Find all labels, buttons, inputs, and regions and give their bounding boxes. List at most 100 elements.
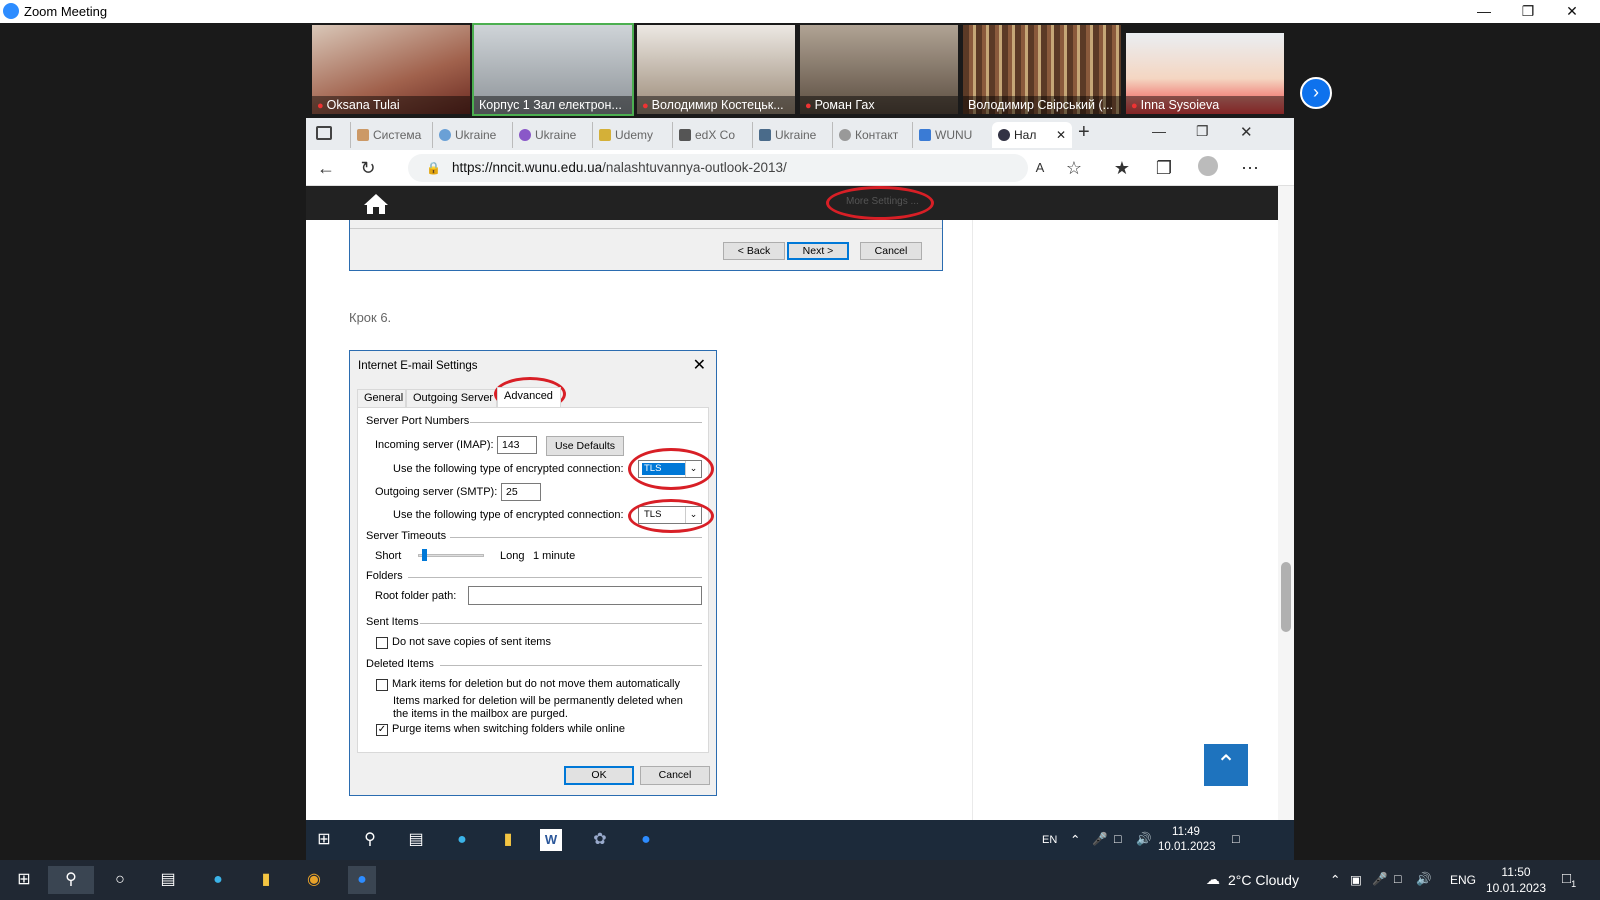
task-view-icon[interactable]: ▤ bbox=[154, 866, 182, 894]
file-explorer-icon[interactable]: ▮ bbox=[252, 866, 280, 894]
participant-tile[interactable]: ● Inna Sysoieva bbox=[1126, 25, 1284, 114]
volume-icon[interactable]: 🔊 bbox=[1416, 872, 1432, 887]
start-icon[interactable]: ⊞ bbox=[10, 866, 38, 894]
tray-chevron-icon[interactable]: ⌃ bbox=[1330, 872, 1340, 887]
search-icon[interactable]: ⚲ bbox=[48, 866, 94, 894]
browser-tab[interactable]: Система bbox=[350, 122, 430, 148]
tab-outgoing-server[interactable]: Outgoing Server bbox=[406, 389, 497, 407]
notifications-icon[interactable]: □1 bbox=[1562, 870, 1576, 889]
volume-icon[interactable]: 🔊 bbox=[1136, 832, 1152, 847]
input-language[interactable]: ENG bbox=[1450, 873, 1476, 887]
back-button[interactable]: < Back bbox=[723, 242, 785, 260]
network-icon[interactable]: □ bbox=[1394, 872, 1402, 886]
microphone-icon[interactable]: 🎤 bbox=[1092, 832, 1108, 847]
section-server-port-numbers: Server Port Numbers bbox=[366, 415, 470, 427]
microphone-icon[interactable]: 🎤 bbox=[1372, 872, 1388, 887]
windows-taskbar: ⊞ ⚲ ○ ▤ ● ▮ ◉ ● ☁ 2°C Cloudy ⌃ ▣ 🎤 □ 🔊 E… bbox=[0, 860, 1600, 900]
cancel-button[interactable]: Cancel bbox=[860, 242, 922, 260]
browser-tab-active[interactable]: Нал ✕ bbox=[992, 122, 1072, 148]
browser-tab[interactable]: Ukraine bbox=[752, 122, 830, 148]
mark-items-checkbox[interactable] bbox=[376, 679, 388, 691]
cortana-icon[interactable]: ○ bbox=[106, 866, 134, 894]
site-nav-bar: More Settings ... bbox=[306, 186, 1278, 220]
favicon-icon bbox=[998, 129, 1010, 141]
browser-tab[interactable]: Udemy bbox=[592, 122, 670, 148]
tray-chevron-icon[interactable]: ⌃ bbox=[1070, 832, 1080, 847]
outgoing-port-input[interactable]: 25 bbox=[501, 483, 541, 501]
close-tab-icon[interactable]: ✕ bbox=[1056, 122, 1066, 148]
browser-minimize-button[interactable]: — bbox=[1152, 123, 1166, 139]
new-tab-button[interactable]: + bbox=[1078, 121, 1090, 144]
profile-avatar[interactable] bbox=[1196, 156, 1220, 180]
inner-clock[interactable]: 11:49 10.01.2023 bbox=[1158, 825, 1216, 855]
section-server-timeouts: Server Timeouts bbox=[366, 530, 447, 542]
refresh-button[interactable]: ↻ bbox=[356, 156, 380, 180]
cloudy-icon[interactable]: ☁ bbox=[1206, 871, 1220, 888]
browser-tab[interactable]: edX Co bbox=[672, 122, 750, 148]
scrollbar-thumb[interactable] bbox=[1281, 562, 1291, 632]
browser-close-button[interactable]: ✕ bbox=[1240, 123, 1253, 141]
purge-items-checkbox[interactable]: ✓ bbox=[376, 724, 388, 736]
clock[interactable]: 11:50 10.01.2023 bbox=[1480, 864, 1552, 896]
more-options-icon[interactable]: ⋯ bbox=[1238, 156, 1262, 180]
paint-icon[interactable]: ✿ bbox=[586, 826, 614, 854]
tab-strip: Система Ukraine Ukraine Udemy edX Co Ukr… bbox=[306, 118, 1294, 150]
weather-text[interactable]: 2°C Cloudy bbox=[1228, 872, 1299, 888]
participant-tile[interactable]: ● Володимир Костецьк... bbox=[637, 25, 795, 114]
task-view-icon[interactable]: ▤ bbox=[402, 826, 430, 854]
camera-icon[interactable]: ▣ bbox=[1350, 872, 1362, 887]
input-language[interactable]: EN bbox=[1042, 834, 1057, 846]
timeout-value: 1 minute bbox=[533, 550, 576, 562]
close-button[interactable]: ✕ bbox=[1550, 0, 1594, 23]
collections-icon[interactable]: ❐ bbox=[1152, 156, 1176, 180]
notifications-icon[interactable]: □ bbox=[1232, 832, 1240, 846]
use-defaults-button[interactable]: Use Defaults bbox=[546, 436, 624, 456]
tab-advanced[interactable]: Advanced bbox=[497, 387, 561, 407]
incoming-port-input[interactable]: 143 bbox=[497, 436, 537, 454]
add-favorite-icon[interactable]: ☆ bbox=[1062, 156, 1086, 180]
section-sent-items: Sent Items bbox=[366, 616, 419, 628]
participant-tile-active-speaker[interactable]: Корпус 1 Зал електрон... bbox=[472, 23, 634, 116]
chrome-icon[interactable]: ◉ bbox=[300, 866, 328, 894]
dialog-cancel-button[interactable]: Cancel bbox=[640, 766, 710, 785]
timeout-slider-thumb[interactable] bbox=[422, 549, 427, 561]
participant-tile[interactable]: Володимир Свірський (... bbox=[963, 25, 1121, 114]
start-icon[interactable]: ⊞ bbox=[310, 826, 338, 854]
search-icon[interactable]: ⚲ bbox=[356, 826, 384, 854]
favorites-icon[interactable]: ★ bbox=[1110, 156, 1134, 180]
browser-tab[interactable]: Ukraine bbox=[512, 122, 590, 148]
browser-restore-button[interactable]: ❐ bbox=[1196, 123, 1209, 140]
edge-icon[interactable]: ● bbox=[204, 866, 232, 894]
url-field[interactable]: 🔒 https://nncit.wunu.edu.ua/nalashtuvann… bbox=[408, 154, 1028, 182]
edge-icon[interactable]: ● bbox=[448, 826, 476, 854]
do-not-save-label: Do not save copies of sent items bbox=[392, 636, 551, 648]
zoom-taskbar-icon[interactable]: ● bbox=[632, 826, 660, 854]
read-aloud-button[interactable]: A bbox=[1028, 156, 1052, 180]
scroll-to-top-button[interactable]: ⌃ bbox=[1204, 744, 1248, 786]
browser-tab[interactable]: Ukraine bbox=[432, 122, 510, 148]
root-folder-input[interactable] bbox=[468, 586, 702, 605]
participant-tile[interactable]: ● Роман Гах bbox=[800, 25, 958, 114]
minimize-button[interactable]: — bbox=[1462, 0, 1506, 23]
network-icon[interactable]: □ bbox=[1114, 832, 1122, 846]
tab-general[interactable]: General bbox=[357, 389, 406, 407]
browser-tab[interactable]: Контакт bbox=[832, 122, 910, 148]
participant-name: Oksana Tulai bbox=[326, 98, 400, 112]
browser-tab[interactable]: WUNU bbox=[912, 122, 990, 148]
next-button[interactable]: Next > bbox=[787, 242, 849, 260]
ok-button[interactable]: OK bbox=[564, 766, 634, 785]
page-scrollbar[interactable] bbox=[1278, 186, 1294, 820]
participant-tile[interactable]: ● Oksana Tulai bbox=[312, 25, 470, 114]
close-icon[interactable]: ✕ bbox=[693, 355, 706, 375]
file-explorer-icon[interactable]: ▮ bbox=[494, 826, 522, 854]
do-not-save-checkbox[interactable] bbox=[376, 637, 388, 649]
zoom-taskbar-icon[interactable]: ● bbox=[348, 866, 376, 894]
gallery-next-page-button[interactable]: › bbox=[1300, 77, 1332, 109]
word-icon[interactable]: W bbox=[540, 829, 562, 851]
tab-actions-icon[interactable] bbox=[316, 126, 332, 140]
timeout-slider-track[interactable] bbox=[418, 554, 484, 557]
back-button[interactable]: ← bbox=[314, 156, 338, 180]
arrow-left-icon: ← bbox=[317, 158, 335, 178]
restore-button[interactable]: ❐ bbox=[1506, 0, 1550, 23]
home-icon[interactable] bbox=[363, 192, 389, 216]
